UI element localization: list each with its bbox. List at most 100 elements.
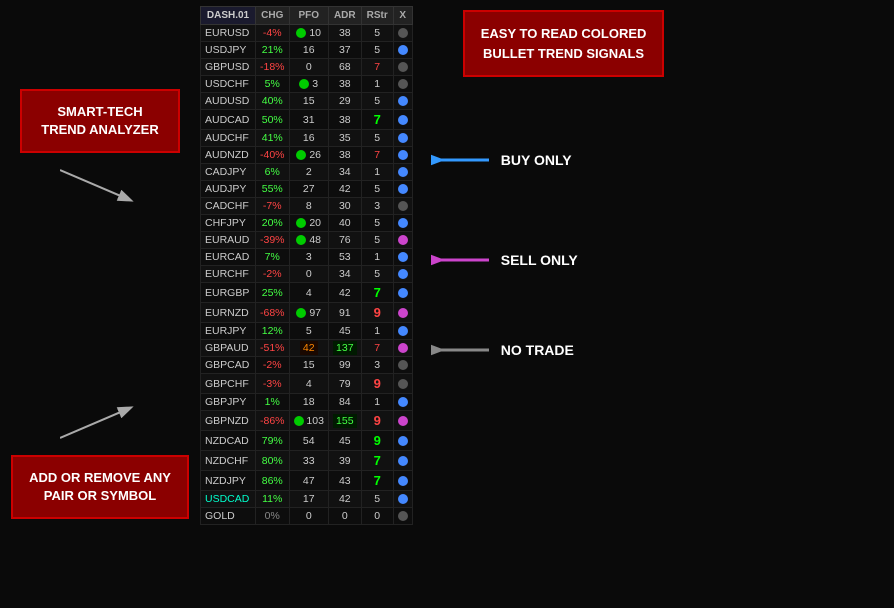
table-row: GBPCAD-2%15993 xyxy=(201,357,413,374)
table-row: EURCAD7%3531 xyxy=(201,249,413,266)
cell-rstr: 7 xyxy=(361,110,393,130)
signal-bullet xyxy=(398,416,408,426)
cell-pfo: 16 xyxy=(289,42,328,59)
cell-rstr: 5 xyxy=(361,25,393,42)
cell-symbol: AUDJPY xyxy=(201,181,256,198)
cell-rstr: 3 xyxy=(361,357,393,374)
cell-pfo: 8 xyxy=(289,198,328,215)
table-row: GBPUSD-18%0687 xyxy=(201,59,413,76)
table-row: AUDUSD40%15295 xyxy=(201,93,413,110)
cell-adr: 37 xyxy=(328,42,361,59)
table-row: EURJPY12%5451 xyxy=(201,323,413,340)
cell-symbol: AUDCHF xyxy=(201,130,256,147)
cell-chg: -86% xyxy=(256,411,290,431)
cell-bullet xyxy=(393,93,412,110)
signal-bullet xyxy=(398,511,408,521)
cell-symbol: NZDCHF xyxy=(201,451,256,471)
cell-bullet xyxy=(393,164,412,181)
cell-adr: 38 xyxy=(328,110,361,130)
cell-rstr: 9 xyxy=(361,411,393,431)
cell-pfo: 97 xyxy=(289,303,328,323)
pfo-bullet xyxy=(296,235,306,245)
signal-bullet xyxy=(398,79,408,89)
cell-rstr: 5 xyxy=(361,266,393,283)
cell-chg: -68% xyxy=(256,303,290,323)
signal-bullet xyxy=(398,201,408,211)
pfo-bullet xyxy=(296,28,306,38)
cell-rstr: 1 xyxy=(361,323,393,340)
cell-bullet xyxy=(393,508,412,525)
signal-bullet xyxy=(398,235,408,245)
no-trade-annotation: NO TRADE xyxy=(431,338,574,362)
cell-pfo: 18 xyxy=(289,394,328,411)
cell-adr: 34 xyxy=(328,164,361,181)
cell-symbol: USDJPY xyxy=(201,42,256,59)
signal-bullet xyxy=(398,360,408,370)
pfo-bullet xyxy=(294,416,304,426)
cell-chg: -39% xyxy=(256,232,290,249)
table-row: GBPCHF-3%4799 xyxy=(201,374,413,394)
cell-bullet xyxy=(393,110,412,130)
cell-symbol: NZDJPY xyxy=(201,471,256,491)
table-row: AUDNZD-40% 26387 xyxy=(201,147,413,164)
cell-rstr: 7 xyxy=(361,340,393,357)
cell-adr: 34 xyxy=(328,266,361,283)
cell-rstr: 7 xyxy=(361,471,393,491)
table-row: USDCAD11%17425 xyxy=(201,491,413,508)
cell-rstr: 7 xyxy=(361,59,393,76)
cell-rstr: 5 xyxy=(361,181,393,198)
cell-pfo: 2 xyxy=(289,164,328,181)
cell-chg: -3% xyxy=(256,374,290,394)
cell-rstr: 0 xyxy=(361,508,393,525)
cell-adr: 84 xyxy=(328,394,361,411)
cell-adr: 155 xyxy=(328,411,361,431)
cell-chg: -4% xyxy=(256,25,290,42)
pfo-bullet xyxy=(299,79,309,89)
cell-pfo: 54 xyxy=(289,431,328,451)
table-row: EURCHF-2%0345 xyxy=(201,266,413,283)
cell-rstr: 7 xyxy=(361,283,393,303)
trend-analyzer-label: SMART-TECH TREND ANALYZER xyxy=(20,89,180,153)
cell-adr: 0 xyxy=(328,508,361,525)
signal-bullet xyxy=(398,115,408,125)
cell-rstr: 1 xyxy=(361,249,393,266)
signal-bullet xyxy=(398,397,408,407)
table-row: NZDCAD79%54459 xyxy=(201,431,413,451)
pfo-bullet xyxy=(296,218,306,228)
cell-pfo: 15 xyxy=(289,93,328,110)
table-row: AUDCHF41%16355 xyxy=(201,130,413,147)
cell-adr: 79 xyxy=(328,374,361,394)
cell-chg: 79% xyxy=(256,431,290,451)
table-row: CADCHF-7%8303 xyxy=(201,198,413,215)
table-panel: DASH.01 CHG PFO ADR RStr X EURUSD-4% 103… xyxy=(200,0,413,608)
cell-symbol: CADCHF xyxy=(201,198,256,215)
cell-chg: -2% xyxy=(256,266,290,283)
cell-adr: 35 xyxy=(328,130,361,147)
table-row: EURUSD-4% 10385 xyxy=(201,25,413,42)
cell-pfo: 17 xyxy=(289,491,328,508)
signal-bullet xyxy=(398,96,408,106)
cell-rstr: 9 xyxy=(361,374,393,394)
buy-only-annotation: BUY ONLY xyxy=(431,148,572,172)
table-row: AUDCAD50%31387 xyxy=(201,110,413,130)
cell-rstr: 1 xyxy=(361,76,393,93)
cell-chg: 11% xyxy=(256,491,290,508)
col-header-pfo: PFO xyxy=(289,7,328,25)
right-panel: EASY TO READ COLORED BULLET TREND SIGNAL… xyxy=(413,0,894,608)
left-panel: SMART-TECH TREND ANALYZER xyxy=(0,0,200,608)
table-row: AUDJPY55%27425 xyxy=(201,181,413,198)
cell-pfo: 16 xyxy=(289,130,328,147)
cell-pfo: 3 xyxy=(289,76,328,93)
cell-bullet xyxy=(393,411,412,431)
signal-bullet xyxy=(398,379,408,389)
cell-pfo: 26 xyxy=(289,147,328,164)
cell-chg: 86% xyxy=(256,471,290,491)
table-row: CADJPY6%2341 xyxy=(201,164,413,181)
cell-adr: 45 xyxy=(328,323,361,340)
cell-adr: 91 xyxy=(328,303,361,323)
cell-symbol: CHFJPY xyxy=(201,215,256,232)
no-trade-label: NO TRADE xyxy=(501,342,574,358)
cell-rstr: 5 xyxy=(361,93,393,110)
cell-rstr: 5 xyxy=(361,215,393,232)
cell-rstr: 5 xyxy=(361,130,393,147)
